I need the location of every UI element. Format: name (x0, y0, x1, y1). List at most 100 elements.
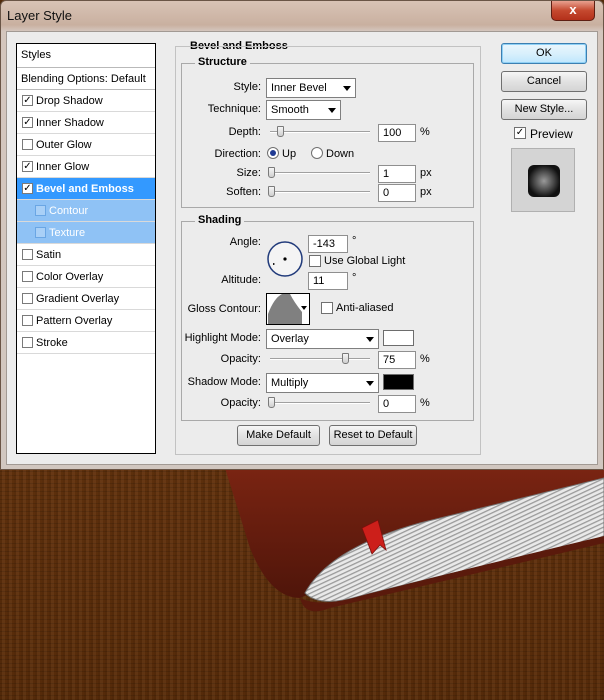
size-slider-track[interactable] (270, 172, 370, 174)
structure-title: Structure (195, 56, 250, 68)
anti-aliased-label[interactable]: Anti-aliased (336, 302, 393, 314)
style-item-label: Pattern Overlay (36, 315, 113, 327)
chevron-down-icon (343, 86, 351, 91)
highlight-opacity-slider-track[interactable] (270, 358, 370, 360)
background-book-illustration (225, 468, 604, 612)
direction-down-radio[interactable] (311, 147, 323, 159)
direction-label: Direction: (214, 148, 261, 160)
make-default-button[interactable]: Make Default (237, 425, 320, 446)
style-item-inner-glow[interactable]: ✓ Inner Glow (17, 156, 155, 178)
style-checkbox[interactable] (22, 315, 33, 326)
shadow-mode-label: Shadow Mode: (187, 376, 261, 388)
chevron-down-icon (366, 381, 374, 386)
close-button[interactable]: x (551, 1, 595, 21)
direction-down-label[interactable]: Down (326, 148, 354, 160)
chevron-down-icon (328, 108, 336, 113)
style-item-label: Gradient Overlay (36, 293, 120, 305)
style-item-stroke[interactable]: Stroke (17, 332, 155, 354)
title-bar[interactable]: Layer Style x (1, 1, 603, 29)
shadow-mode-value: Multiply (271, 377, 309, 389)
use-global-light-label[interactable]: Use Global Light (324, 255, 405, 267)
shading-title: Shading (195, 214, 245, 226)
style-item-bevel-and-emboss[interactable]: ✓ Bevel and Emboss (17, 178, 155, 200)
style-item-label: Inner Shadow (36, 117, 104, 129)
style-item-satin[interactable]: Satin (17, 244, 155, 266)
depth-slider-track[interactable] (270, 131, 370, 133)
shadow-opacity-slider-track[interactable] (270, 402, 370, 404)
styles-header[interactable]: Styles (17, 44, 155, 68)
preview-label[interactable]: Preview (530, 127, 573, 141)
style-item-gradient-overlay[interactable]: Gradient Overlay (17, 288, 155, 310)
style-checkbox[interactable] (22, 139, 33, 150)
depth-slider-thumb[interactable] (277, 126, 284, 137)
size-label: Size: (236, 167, 261, 179)
soften-slider-track[interactable] (270, 191, 370, 193)
anti-aliased-checkbox[interactable] (321, 302, 333, 314)
style-checkbox[interactable] (35, 227, 46, 238)
use-global-light-checkbox[interactable] (309, 255, 321, 267)
style-item-inner-shadow[interactable]: ✓ Inner Shadow (17, 112, 155, 134)
highlight-mode-dropdown[interactable]: Overlay (266, 329, 379, 349)
shadow-opacity-slider-thumb[interactable] (268, 397, 275, 408)
soften-label: Soften: (226, 186, 261, 198)
style-checkbox[interactable]: ✓ (22, 183, 33, 194)
style-checkbox[interactable] (22, 337, 33, 348)
highlight-opacity-slider-thumb[interactable] (342, 353, 349, 364)
style-item-label: Bevel and Emboss (36, 183, 134, 195)
highlight-mode-label: Highlight Mode: (184, 332, 261, 344)
style-item-label: Outer Glow (36, 139, 92, 151)
gloss-contour-picker[interactable] (266, 293, 310, 325)
ok-button[interactable]: OK (501, 43, 587, 64)
style-item-label: Texture (49, 227, 86, 239)
blending-options-item[interactable]: Blending Options: Default (17, 68, 155, 90)
style-dropdown[interactable]: Inner Bevel (266, 78, 356, 98)
reset-to-default-button[interactable]: Reset to Default (329, 425, 417, 446)
style-checkbox[interactable] (35, 205, 46, 216)
soften-slider-thumb[interactable] (268, 186, 275, 197)
highlight-color-swatch[interactable] (383, 330, 414, 346)
contour-curve-icon (268, 294, 302, 324)
style-checkbox[interactable]: ✓ (22, 95, 33, 106)
style-checkbox[interactable]: ✓ (22, 117, 33, 128)
highlight-opacity-label: Opacity: (220, 353, 261, 365)
highlight-opacity-input[interactable]: 75 (378, 351, 416, 369)
soften-input[interactable]: 0 (378, 184, 416, 202)
style-checkbox[interactable] (22, 249, 33, 260)
preview-checkbox[interactable]: ✓ (514, 127, 526, 139)
shadow-color-swatch[interactable] (383, 374, 414, 390)
new-style-button[interactable]: New Style... (501, 99, 587, 120)
close-icon: x (569, 2, 577, 17)
dialog-title: Layer Style (7, 8, 73, 23)
style-item-pattern-overlay[interactable]: Pattern Overlay (17, 310, 155, 332)
direction-up-radio[interactable] (267, 147, 279, 159)
size-input[interactable]: 1 (378, 165, 416, 183)
size-slider-thumb[interactable] (268, 167, 275, 178)
shadow-opacity-input[interactable]: 0 (378, 395, 416, 413)
style-checkbox[interactable] (22, 293, 33, 304)
angle-dial[interactable] (266, 240, 304, 278)
style-item-outer-glow[interactable]: Outer Glow (17, 134, 155, 156)
style-checkbox[interactable]: ✓ (22, 161, 33, 172)
shadow-mode-dropdown[interactable]: Multiply (266, 373, 379, 393)
style-item-texture[interactable]: Texture (17, 222, 155, 244)
altitude-degree: ° (352, 272, 357, 284)
style-item-color-overlay[interactable]: Color Overlay (17, 266, 155, 288)
shadow-opacity-unit: % (420, 397, 430, 409)
size-unit: px (420, 167, 432, 179)
style-item-label: Drop Shadow (36, 95, 103, 107)
technique-dropdown-value: Smooth (271, 104, 309, 116)
style-item-contour[interactable]: Contour (17, 200, 155, 222)
direction-up-label[interactable]: Up (282, 148, 296, 160)
technique-dropdown[interactable]: Smooth (266, 100, 341, 120)
chevron-down-icon (301, 306, 307, 310)
depth-input[interactable]: 100 (378, 124, 416, 142)
depth-unit: % (420, 126, 430, 138)
style-item-drop-shadow[interactable]: ✓ Drop Shadow (17, 90, 155, 112)
style-dropdown-value: Inner Bevel (271, 82, 327, 94)
style-checkbox[interactable] (22, 271, 33, 282)
highlight-opacity-unit: % (420, 353, 430, 365)
angle-input[interactable]: -143 (308, 235, 348, 253)
cancel-button[interactable]: Cancel (501, 71, 587, 92)
altitude-input[interactable]: 11 (308, 272, 348, 290)
style-preview-thumbnail (511, 148, 575, 212)
